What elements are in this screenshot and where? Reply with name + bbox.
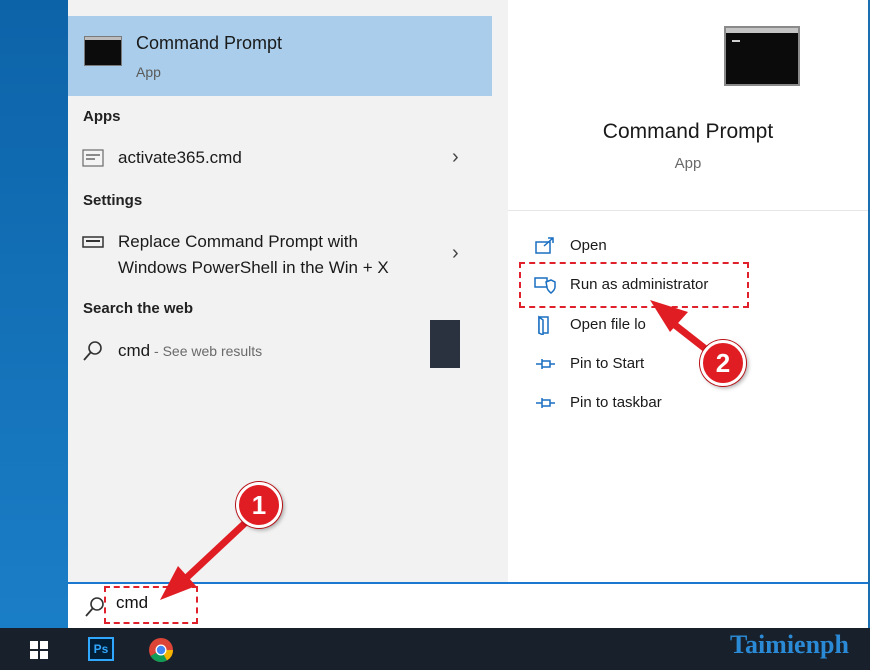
photoshop-icon[interactable]: Ps: [88, 637, 114, 661]
result-activate365[interactable]: activate365.cmd ›: [68, 140, 492, 178]
settings-line-2: Windows PowerShell in the Win + X: [118, 258, 389, 277]
action-label: Pin to Start: [570, 355, 645, 372]
annotation-highlight-run-as-admin: [519, 262, 749, 308]
chevron-right-icon[interactable]: ›: [452, 146, 459, 169]
folder-icon: [538, 315, 549, 335]
section-heading-apps: Apps: [83, 108, 121, 125]
keyboard-icon: [82, 236, 104, 248]
step-marker-2: 2: [700, 340, 746, 386]
section-heading-settings: Settings: [83, 192, 143, 209]
result-web-search[interactable]: cmd - See web results: [68, 332, 492, 370]
action-label: Open: [570, 237, 607, 254]
scroll-thumb[interactable]: [430, 320, 460, 368]
action-pin-to-taskbar[interactable]: Pin to taskbar: [534, 391, 834, 417]
result-replace-command-prompt[interactable]: Replace Command Prompt with Windows Powe…: [68, 228, 492, 284]
search-icon: [85, 597, 104, 617]
detail-subtitle: App: [674, 155, 702, 172]
action-open-file-location[interactable]: Open file lo: [534, 313, 834, 339]
open-window-icon: [535, 237, 554, 254]
command-prompt-large-icon: [724, 26, 800, 86]
search-icon: [83, 341, 102, 361]
web-query-text: cmd: [118, 341, 151, 360]
chevron-right-icon[interactable]: ›: [452, 242, 459, 265]
watermark-logo: Taimienph: [730, 630, 849, 659]
section-heading-web: Search the web: [83, 300, 194, 317]
settings-line-1: Replace Command Prompt with: [118, 232, 358, 251]
script-file-icon: [82, 149, 104, 167]
action-open[interactable]: Open: [534, 234, 834, 260]
action-label: Pin to taskbar: [570, 394, 662, 411]
pin-icon: [536, 398, 555, 408]
result-label: activate365.cmd: [118, 148, 242, 167]
web-query: cmd - See web results: [118, 341, 262, 361]
windows-start-icon[interactable]: [30, 641, 48, 659]
desktop-background-left: [0, 0, 68, 628]
best-match-result[interactable]: Command Prompt App: [68, 16, 492, 96]
step-marker-1: 1: [236, 482, 282, 528]
command-prompt-icon: [84, 36, 122, 66]
pin-icon: [536, 359, 555, 369]
detail-divider: [508, 210, 868, 211]
web-query-suffix: - See web results: [150, 343, 263, 359]
action-label: Open file lo: [570, 316, 646, 333]
best-match-title: Command Prompt: [136, 33, 283, 53]
chrome-icon[interactable]: [148, 637, 174, 663]
annotation-highlight-search: [104, 586, 198, 624]
action-pin-to-start[interactable]: Pin to Start: [534, 352, 834, 378]
best-match-subtitle: App: [136, 64, 161, 80]
detail-title: Command Prompt: [602, 120, 774, 143]
